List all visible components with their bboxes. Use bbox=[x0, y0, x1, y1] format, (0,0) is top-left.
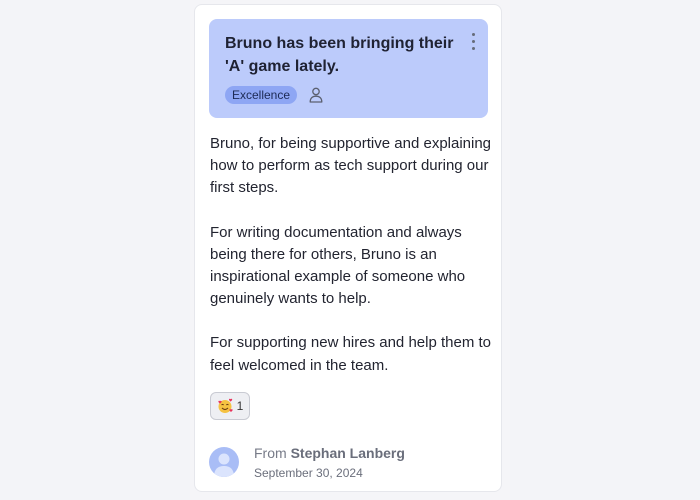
card-header: Bruno has been bringing their 'A' game l… bbox=[209, 19, 488, 118]
message-paragraph: Bruno, for being supportive and explaini… bbox=[210, 135, 492, 197]
value-badge: Excellence bbox=[225, 86, 298, 104]
sender-line: From Stephan Lanberg bbox=[254, 445, 405, 461]
card-title: Bruno has been bringing their 'A' game l… bbox=[225, 35, 454, 75]
from-prefix: From bbox=[254, 445, 287, 461]
reaction-button[interactable]: 1 bbox=[210, 392, 250, 420]
message-paragraph: For writing documentation and always bei… bbox=[210, 223, 466, 308]
post-date: September 30, 2024 bbox=[254, 466, 363, 480]
smiling-face-with-hearts-icon bbox=[218, 398, 233, 413]
person-icon bbox=[310, 87, 323, 103]
avatar[interactable] bbox=[209, 447, 239, 477]
reaction-count: 1 bbox=[236, 399, 244, 413]
message-paragraph: For supporting new hires and help them t… bbox=[210, 334, 491, 374]
badge-row: Excellence bbox=[225, 86, 323, 106]
recognition-card: Bruno has been bringing their 'A' game l… bbox=[194, 4, 502, 492]
more-options-icon[interactable] bbox=[471, 33, 477, 51]
sender-name[interactable]: Stephan Lanberg bbox=[291, 445, 405, 461]
message-body: Bruno, for being supportive and explaini… bbox=[210, 133, 495, 399]
person-silhouette-icon bbox=[214, 453, 234, 477]
